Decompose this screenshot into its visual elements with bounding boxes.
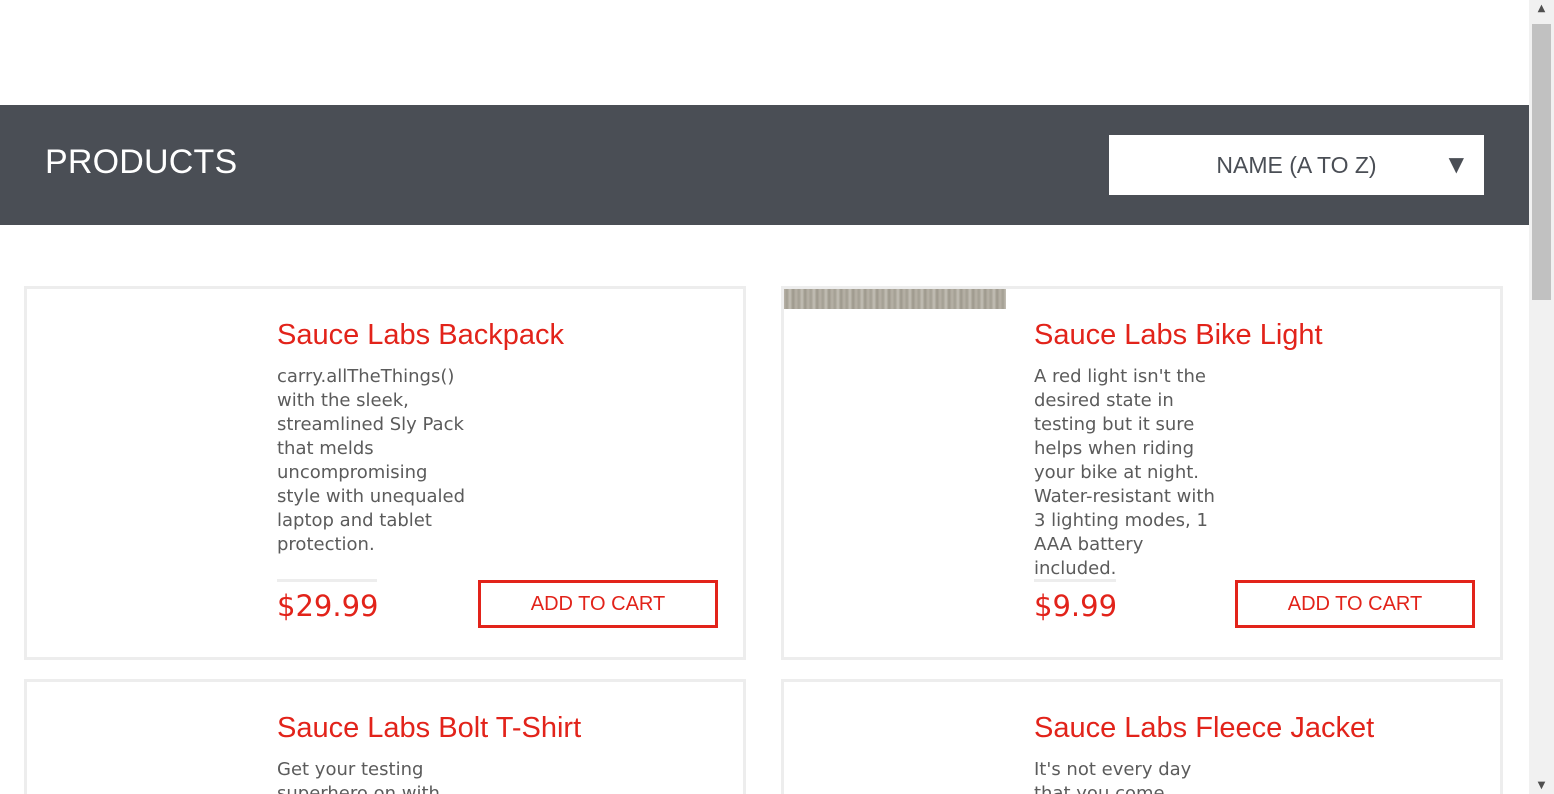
product-description: It's not every day that you come [1034,759,1192,794]
add-to-cart-button[interactable]: ADD TO CART [1235,580,1475,628]
sort-selected-value: NAME (A TO Z) [1216,152,1377,178]
sort-select[interactable]: NAME (A TO Z) ▼ [1109,135,1484,195]
product-image[interactable] [27,289,249,309]
inventory-page: PRODUCTS NAME (A TO Z) ▼ Sauce Labs Back… [0,0,1529,794]
description-divider [277,579,377,582]
add-to-cart-button[interactable]: ADD TO CART [478,580,718,628]
scroll-up-arrow-icon[interactable]: ▲ [1529,0,1554,17]
product-description: carry.allTheThings() with the sleek, str… [277,366,466,555]
product-image[interactable] [784,289,1006,309]
product-description: Get your testing superhero on with [277,759,440,794]
scrollbar-thumb[interactable] [1532,24,1551,300]
scroll-down-arrow-icon[interactable]: ▼ [1529,777,1554,794]
vertical-scrollbar[interactable]: ▲ ▼ [1529,0,1554,794]
product-price: $9.99 [1034,589,1118,623]
product-price: $29.99 [277,589,379,623]
product-card: Sauce Labs Backpack carry.allTheThings()… [24,286,746,660]
product-card: Sauce Labs Fleece Jacket It's not every … [781,679,1503,794]
page-title: PRODUCTS [45,143,238,181]
product-name-link[interactable]: Sauce Labs Bike Light [1034,319,1323,352]
description-divider [1034,579,1116,582]
chevron-down-icon: ▼ [1448,152,1464,176]
product-card: Sauce Labs Bolt T-Shirt Get your testing… [24,679,746,794]
product-name-link[interactable]: Sauce Labs Bolt T-Shirt [277,712,581,745]
product-name-link[interactable]: Sauce Labs Fleece Jacket [1034,712,1374,745]
product-card: Sauce Labs Bike Light A red light isn't … [781,286,1503,660]
product-name-link[interactable]: Sauce Labs Backpack [277,319,564,352]
products-header: PRODUCTS NAME (A TO Z) ▼ [0,105,1529,225]
product-description: A red light isn't the desired state in t… [1034,366,1215,579]
